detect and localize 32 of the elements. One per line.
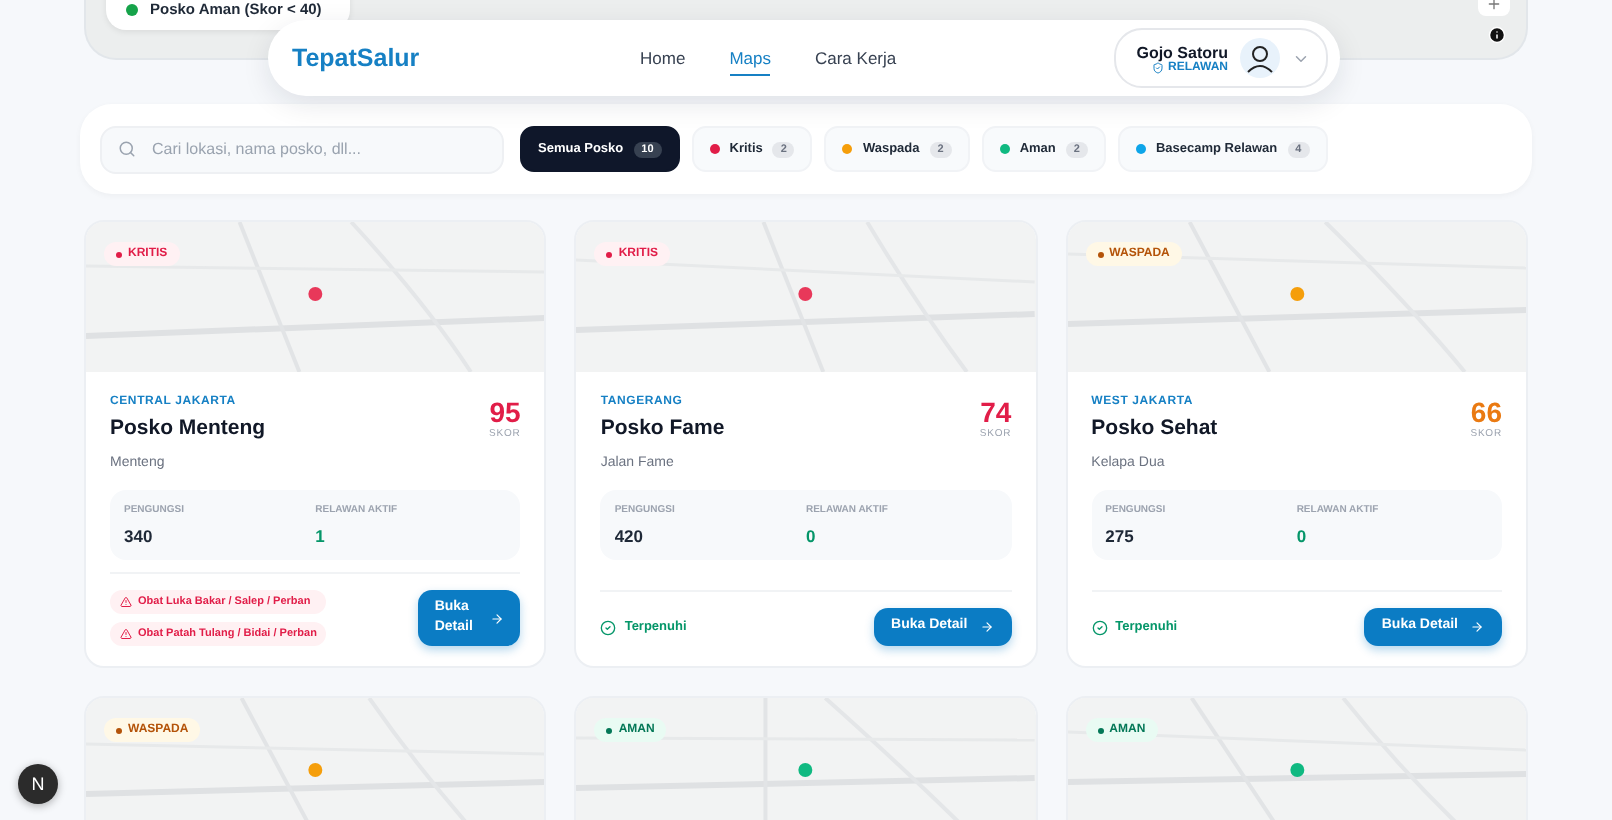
stat-value: 275 xyxy=(1105,526,1136,546)
arrow-right-icon xyxy=(1469,620,1484,634)
score-value: 66 xyxy=(1470,396,1502,428)
search-field[interactable]: Cari lokasi, nama posko, dll... xyxy=(100,125,504,173)
posko-name: Posko Sehat xyxy=(1091,416,1218,440)
nav-link[interactable]: Cara Kerja xyxy=(814,41,897,75)
stat-value: 420 xyxy=(614,526,646,546)
score-value: 95 xyxy=(489,396,521,428)
score-value: 74 xyxy=(980,396,1012,428)
nav-link[interactable]: Home xyxy=(640,41,686,75)
user-name: Gojo Satoru xyxy=(1136,43,1228,61)
search-icon xyxy=(118,140,136,158)
arrow-right-icon xyxy=(490,611,505,625)
check-circle-icon xyxy=(1091,619,1108,635)
arrow-right-icon xyxy=(979,620,994,634)
search-input[interactable]: Cari lokasi, nama posko, dll... xyxy=(148,138,486,160)
stat-value: 0 xyxy=(805,526,818,546)
stat-value: 0 xyxy=(1296,526,1309,546)
warning-icon xyxy=(120,628,132,640)
info-icon[interactable] xyxy=(1488,26,1506,44)
plus-icon xyxy=(1486,0,1502,12)
stat-value: 1 xyxy=(315,526,327,546)
warning-icon xyxy=(120,596,132,608)
stat-value: 340 xyxy=(124,526,155,546)
avatar-icon xyxy=(1240,38,1280,78)
brand-logo[interactable]: TepatSalur xyxy=(292,44,592,72)
nav-link[interactable]: Maps xyxy=(729,41,771,75)
posko-name: Posko Menteng xyxy=(110,416,266,440)
check-circle-icon xyxy=(600,619,617,635)
shield-check-icon xyxy=(1152,61,1164,73)
posko-name: Posko Fame xyxy=(600,416,725,440)
dev-badge[interactable]: N xyxy=(18,764,58,804)
